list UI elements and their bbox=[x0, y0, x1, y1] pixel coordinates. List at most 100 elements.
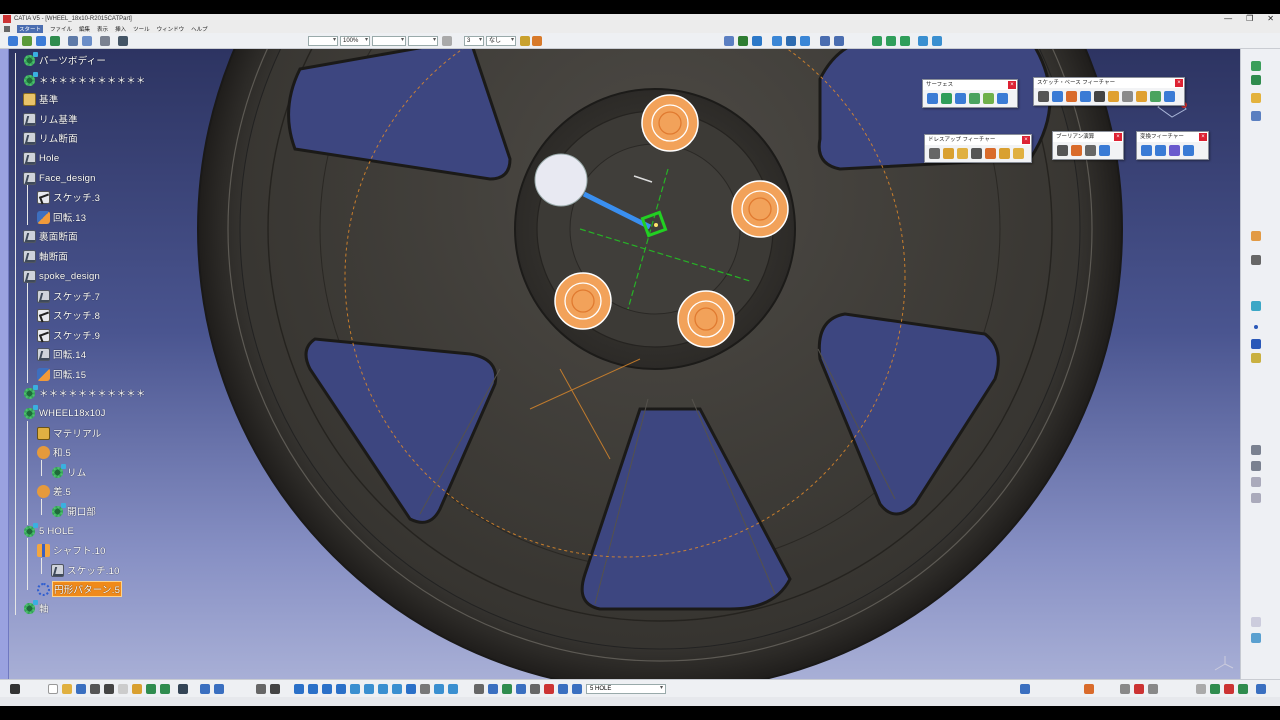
tree-node-separator-2[interactable]: ＊＊＊＊＊＊＊＊＊＊＊ bbox=[23, 384, 146, 400]
copy-icon[interactable] bbox=[118, 684, 128, 694]
paint-icon[interactable] bbox=[520, 36, 530, 46]
tools-icon[interactable] bbox=[118, 36, 128, 46]
iso-view-icon[interactable] bbox=[378, 684, 388, 694]
tree-node-material[interactable]: マテリアル bbox=[37, 426, 101, 440]
slot-icon[interactable] bbox=[1122, 91, 1133, 102]
tree-node-sketch-7[interactable]: スケッチ.7 bbox=[37, 289, 100, 303]
surface-toolbar[interactable]: サーフェス × bbox=[922, 79, 1018, 108]
stiffener-icon[interactable] bbox=[1136, 91, 1147, 102]
zoom-in-icon[interactable] bbox=[322, 684, 332, 694]
comment-icon[interactable] bbox=[214, 684, 224, 694]
insert-body-icon[interactable] bbox=[558, 684, 568, 694]
menu-start[interactable]: スタート bbox=[17, 24, 44, 33]
tree-node-add-5[interactable]: 和.5 bbox=[37, 445, 71, 459]
union-trim-icon[interactable] bbox=[1099, 145, 1110, 156]
circular-pattern-icon[interactable] bbox=[1169, 145, 1180, 156]
remove-face-icon[interactable] bbox=[1013, 148, 1024, 159]
define-in-work-icon[interactable] bbox=[474, 684, 484, 694]
workbench-3-icon[interactable] bbox=[1238, 684, 1248, 694]
properties-icon[interactable] bbox=[532, 36, 542, 46]
material-tool-icon[interactable] bbox=[1084, 684, 1094, 694]
line-icon[interactable] bbox=[738, 36, 748, 46]
tree-node-revolve-15[interactable]: 回転.15 bbox=[37, 367, 86, 381]
sketch-analysis-icon[interactable] bbox=[1251, 301, 1261, 311]
point-small-icon[interactable] bbox=[1254, 325, 1258, 329]
add-icon[interactable] bbox=[1071, 145, 1082, 156]
tree-node-axis-section[interactable]: 軸断面 bbox=[23, 249, 68, 263]
close-icon[interactable]: × bbox=[1022, 136, 1030, 144]
translate-icon[interactable] bbox=[1141, 145, 1152, 156]
join-icon[interactable] bbox=[872, 36, 882, 46]
tree-node-sketch-10[interactable]: スケッチ.10 bbox=[51, 563, 120, 577]
menu-tools[interactable]: ツール bbox=[133, 25, 150, 33]
tree-node-hole[interactable]: Hole bbox=[23, 151, 59, 165]
tree-node-circular-pattern-5[interactable]: 円形パターン.5 bbox=[37, 581, 123, 597]
plane-tool-icon[interactable] bbox=[1251, 93, 1261, 103]
catalog-icon[interactable] bbox=[1251, 617, 1261, 627]
point-icon[interactable] bbox=[724, 36, 734, 46]
hole-tool-icon[interactable] bbox=[1094, 91, 1105, 102]
normal-view-icon[interactable] bbox=[350, 684, 360, 694]
menu-edit[interactable]: 編集 bbox=[79, 25, 90, 33]
measure-icon[interactable] bbox=[82, 36, 92, 46]
measure-between-icon[interactable] bbox=[1251, 445, 1261, 455]
tree-node-5-hole[interactable]: 5 HOLE bbox=[23, 522, 74, 538]
parent-children-icon[interactable] bbox=[516, 684, 526, 694]
tree-node-wheel-18x10j[interactable]: WHEEL18x10J bbox=[23, 404, 106, 420]
offset-icon[interactable] bbox=[800, 36, 810, 46]
blend-surface-icon[interactable] bbox=[983, 93, 994, 104]
undo-icon[interactable] bbox=[22, 36, 32, 46]
new-icon[interactable] bbox=[48, 684, 58, 694]
scan-icon[interactable] bbox=[488, 684, 498, 694]
print-icon[interactable] bbox=[90, 684, 100, 694]
tree-node-axis[interactable]: 軸 bbox=[23, 599, 49, 615]
draft-icon[interactable] bbox=[957, 148, 968, 159]
undo-bottom-icon[interactable] bbox=[146, 684, 156, 694]
current-body-combo[interactable]: 5 HOLE bbox=[586, 684, 666, 694]
pocket-icon[interactable] bbox=[1052, 91, 1063, 102]
rib-icon[interactable] bbox=[1108, 91, 1119, 102]
body-icon[interactable] bbox=[572, 684, 582, 694]
lineweight-combo[interactable] bbox=[408, 36, 438, 46]
tree-node-shaft-10[interactable]: シャフト.10 bbox=[37, 543, 106, 557]
menu-file[interactable]: ファイル bbox=[50, 25, 72, 33]
tree-node-separator-1[interactable]: ＊＊＊＊＊＊＊＊＊＊＊ bbox=[23, 71, 146, 87]
mirror-icon[interactable] bbox=[1155, 145, 1166, 156]
tree-node-spoke-design[interactable]: spoke_design bbox=[23, 269, 100, 283]
trim-icon[interactable] bbox=[900, 36, 910, 46]
hide-show-icon[interactable] bbox=[406, 684, 416, 694]
spline-icon[interactable] bbox=[834, 36, 844, 46]
workbench-1-icon[interactable] bbox=[1210, 684, 1220, 694]
tree-node-revolve-14[interactable]: 回転.14 bbox=[37, 347, 86, 361]
chamfer-icon[interactable] bbox=[943, 148, 954, 159]
boolean-operations-toolbar[interactable]: ブーリアン演算 × bbox=[1052, 131, 1124, 160]
sweep-surface-icon[interactable] bbox=[955, 93, 966, 104]
remove-loft-icon[interactable] bbox=[1164, 91, 1175, 102]
monitor-icon[interactable] bbox=[10, 684, 20, 694]
close-icon[interactable]: × bbox=[1008, 81, 1016, 89]
links-icon[interactable] bbox=[530, 684, 540, 694]
sketch-based-features-toolbar[interactable]: スケッチ・ベース フィーチャー × bbox=[1033, 77, 1185, 106]
pan-icon[interactable] bbox=[294, 684, 304, 694]
filter-combo[interactable]: なし bbox=[486, 36, 516, 46]
extract-icon[interactable] bbox=[918, 36, 928, 46]
update-icon[interactable] bbox=[50, 36, 60, 46]
whats-this-icon[interactable] bbox=[178, 684, 188, 694]
workbench-2-icon[interactable] bbox=[1224, 684, 1234, 694]
remove-icon[interactable] bbox=[1085, 145, 1096, 156]
formula-icon[interactable] bbox=[200, 684, 210, 694]
edge-fillet-icon[interactable] bbox=[929, 148, 940, 159]
multi-view-icon[interactable] bbox=[364, 684, 374, 694]
tree-node-rim-datum[interactable]: リム基準 bbox=[23, 112, 78, 126]
close-icon[interactable]: × bbox=[1175, 79, 1183, 87]
extrude-surface-icon[interactable] bbox=[927, 93, 938, 104]
save-icon[interactable] bbox=[76, 684, 86, 694]
measure-tool-icon[interactable] bbox=[1020, 684, 1030, 694]
delete-icon[interactable] bbox=[544, 684, 554, 694]
point-style-icon[interactable] bbox=[442, 36, 452, 46]
cut-icon[interactable] bbox=[104, 684, 114, 694]
page-icon[interactable] bbox=[1196, 684, 1206, 694]
point-tool-icon[interactable] bbox=[1251, 111, 1261, 121]
fill-surface-icon[interactable] bbox=[969, 93, 980, 104]
sketcher-icon[interactable] bbox=[68, 36, 78, 46]
